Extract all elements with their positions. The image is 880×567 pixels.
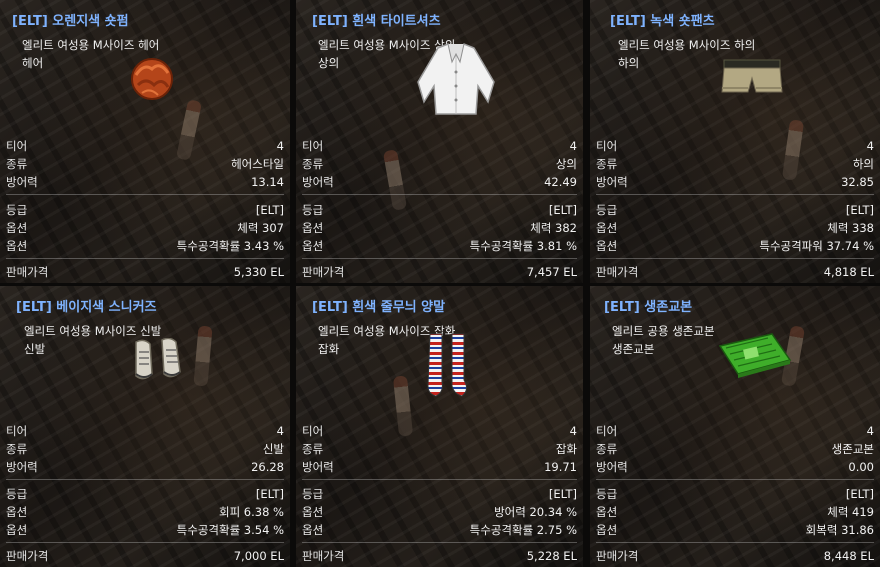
item-description: 엘리트 공용 생존교본 생존교본	[612, 324, 715, 356]
kind-row: 종류 생존교본	[596, 442, 874, 456]
divider	[596, 479, 874, 480]
divider	[596, 258, 874, 259]
divider	[6, 258, 284, 259]
divider	[6, 194, 284, 195]
option-row: 옵션 회복력 31.86	[596, 523, 874, 537]
defense-row: 방어력 26.28	[6, 460, 284, 474]
tier-row: 티어 4	[6, 424, 284, 438]
option-row: 옵션 특수공격확률 3.81 %	[302, 239, 577, 253]
item-card[interactable]: [ELT] 오렌지색 숏펌 엘리트 여성용 M사이즈 헤어 헤어 티어 4 종류 헤…	[0, 0, 290, 283]
option-row: 옵션 특수공격확률 2.75 %	[302, 523, 577, 537]
price-row: 판매가격 5,330 EL	[6, 265, 284, 279]
item-card[interactable]: [ELT] 녹색 숏팬츠 엘리트 여성용 M사이즈 하의 하의 티어 4 종류 하의…	[590, 0, 880, 283]
option-row: 옵션 방어력 20.34 %	[302, 505, 577, 519]
option-row: 옵션 특수공격파워 37.74 %	[596, 239, 874, 253]
item-title: [ELT] 오렌지색 숏펌	[12, 14, 129, 29]
divider	[596, 194, 874, 195]
sneakers-icon	[135, 338, 181, 380]
character-figure	[193, 325, 213, 387]
shorts-icon	[721, 59, 783, 93]
price-row: 판매가격 7,000 EL	[6, 549, 284, 563]
book-icon	[718, 333, 792, 378]
grade-row: 등급 [ELT]	[302, 487, 577, 501]
grade-row: 등급 [ELT]	[596, 487, 874, 501]
defense-row: 방어력 0.00	[596, 460, 874, 474]
item-card[interactable]: [ELT] 생존교본 엘리트 공용 생존교본 생존교본 티어 4 종류 생존교본 방…	[590, 286, 880, 567]
item-title: [ELT] 흰색 줄무늬 양말	[312, 300, 446, 315]
defense-row: 방어력 42.49	[302, 175, 577, 189]
option-row: 옵션 체력 338	[596, 221, 874, 235]
option-row: 옵션 특수공격확률 3.54 %	[6, 523, 284, 537]
tier-row: 티어 4	[302, 424, 577, 438]
divider	[302, 194, 577, 195]
divider	[302, 542, 577, 543]
divider	[6, 542, 284, 543]
grade-row: 등급 [ELT]	[6, 203, 284, 217]
option-row: 옵션 회피 6.38 %	[6, 505, 284, 519]
kind-row: 종류 신발	[6, 442, 284, 456]
tier-row: 티어 4	[596, 424, 874, 438]
price-row: 판매가격 8,448 EL	[596, 549, 874, 563]
item-tooltip-grid: [ELT] 오렌지색 숏펌 엘리트 여성용 M사이즈 헤어 헤어 티어 4 종류 헤…	[0, 0, 880, 567]
price-row: 판매가격 4,818 EL	[596, 265, 874, 279]
grade-row: 등급 [ELT]	[6, 487, 284, 501]
price-row: 판매가격 7,457 EL	[302, 265, 577, 279]
divider	[302, 258, 577, 259]
item-card[interactable]: [ELT] 흰색 타이트셔츠 엘리트 여성용 M사이즈 상의 상의 티어 4 종류…	[296, 0, 583, 283]
kind-row: 종류 헤어스타일	[6, 157, 284, 171]
price-row: 판매가격 5,228 EL	[302, 549, 577, 563]
divider	[596, 542, 874, 543]
defense-row: 방어력 13.14	[6, 175, 284, 189]
item-title: [ELT] 생존교본	[604, 300, 693, 315]
grade-row: 등급 [ELT]	[302, 203, 577, 217]
option-row: 옵션 체력 307	[6, 221, 284, 235]
shirt-icon	[417, 43, 495, 115]
socks-icon	[427, 333, 468, 397]
tier-row: 티어 4	[6, 139, 284, 153]
kind-row: 종류 상의	[302, 157, 577, 171]
option-row: 옵션 특수공격확률 3.43 %	[6, 239, 284, 253]
item-title: [ELT] 베이지색 스니커즈	[16, 300, 157, 315]
item-card[interactable]: [ELT] 흰색 줄무늬 양말 엘리트 여성용 M사이즈 잡화 잡화 티어 4 종…	[296, 286, 583, 567]
hair-icon	[131, 58, 173, 100]
grade-row: 등급 [ELT]	[596, 203, 874, 217]
divider	[6, 479, 284, 480]
option-row: 옵션 체력 419	[596, 505, 874, 519]
item-card[interactable]: [ELT] 베이지색 스니커즈 엘리트 여성용 M사이즈 신발 신발 티어 4 종…	[0, 286, 290, 567]
option-row: 옵션 체력 382	[302, 221, 577, 235]
tier-row: 티어 4	[302, 139, 577, 153]
kind-row: 종류 잡화	[302, 442, 577, 456]
defense-row: 방어력 32.85	[596, 175, 874, 189]
item-title: [ELT] 흰색 타이트셔츠	[312, 14, 441, 29]
tier-row: 티어 4	[596, 139, 874, 153]
kind-row: 종류 하의	[596, 157, 874, 171]
divider	[302, 479, 577, 480]
defense-row: 방어력 19.71	[302, 460, 577, 474]
item-title: [ELT] 녹색 숏팬츠	[610, 14, 715, 29]
